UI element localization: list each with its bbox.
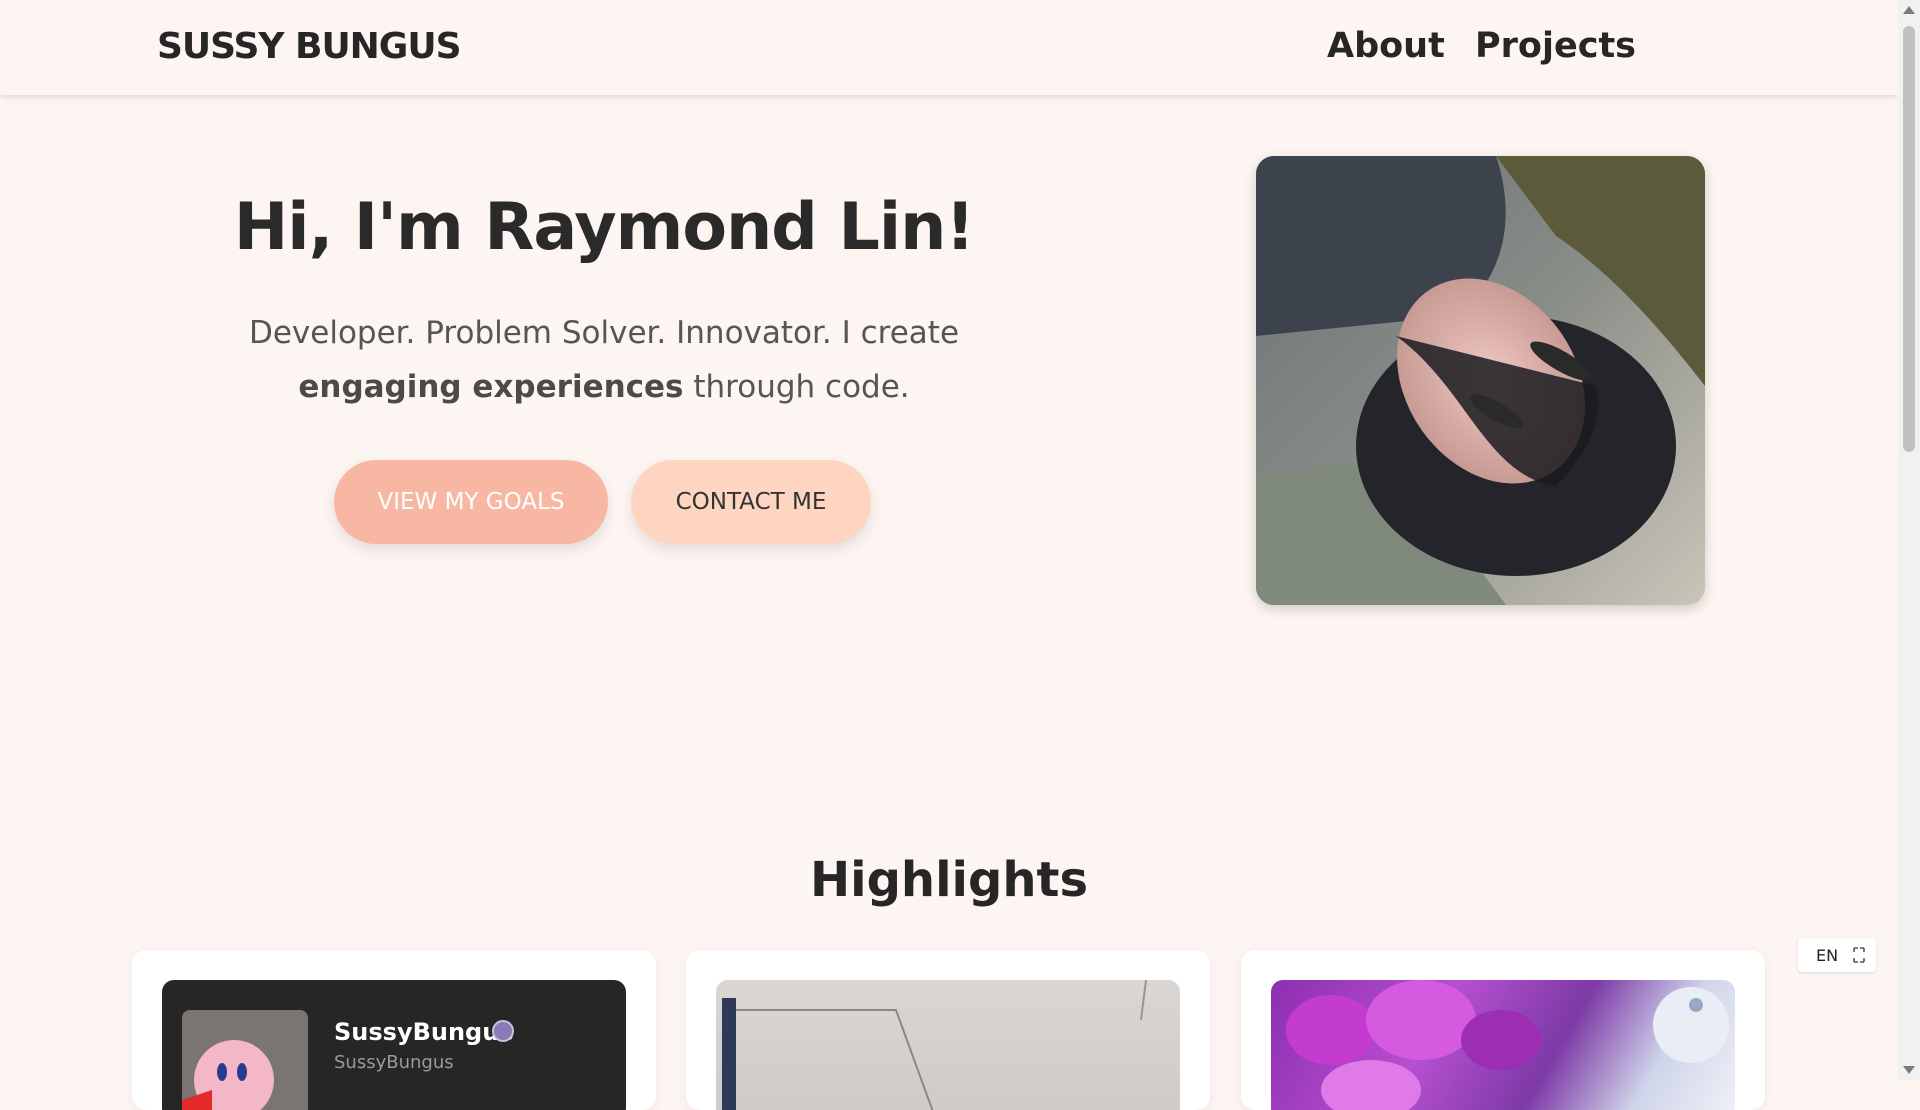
profile-card-media: SussyBungus SussyBungus — [162, 980, 626, 1110]
scroll-thumb[interactable] — [1903, 26, 1915, 452]
hero-title: Hi, I'm Raymond Lin! — [233, 190, 975, 265]
flowers-photo-image — [1286, 980, 1729, 1110]
highlight-card-room[interactable] — [686, 950, 1210, 1110]
hero-subtitle-text: Developer. Problem Solver. Innovator. I … — [248, 315, 960, 351]
profile-handle: SussyBungus — [334, 1052, 454, 1073]
flowers-photo — [1271, 980, 1735, 1110]
profile-name: SussyBungus — [334, 1018, 514, 1046]
language-label: EN — [1816, 946, 1839, 965]
language-switcher[interactable]: EN — [1798, 938, 1876, 972]
page-scrollbar[interactable] — [1898, 0, 1920, 1080]
site-header: SUSSY BUNGUS About Projects — [0, 0, 1898, 95]
scroll-down-arrow-icon[interactable] — [1903, 1066, 1915, 1074]
verified-badge-icon — [492, 1020, 514, 1042]
profile-photo-image — [1256, 156, 1705, 605]
nav-about-link[interactable]: About — [1327, 26, 1445, 66]
highlights-heading: Highlights — [809, 852, 1089, 908]
hero-subtitle-text-end: through code. — [683, 369, 910, 405]
contact-me-button[interactable]: CONTACT ME — [631, 460, 871, 544]
avatar — [182, 1010, 308, 1110]
avatar-image — [182, 1010, 308, 1110]
room-photo — [716, 980, 1180, 1110]
highlight-card-flowers[interactable] — [1241, 950, 1765, 1110]
hero-subtitle-emphasis: engaging experiences — [298, 369, 684, 405]
scroll-up-arrow-icon[interactable] — [1903, 6, 1915, 14]
nav-projects-link[interactable]: Projects — [1475, 26, 1636, 66]
view-goals-button[interactable]: VIEW MY GOALS — [334, 460, 608, 544]
expand-icon[interactable] — [1850, 944, 1868, 966]
hero-subtitle: Developer. Problem Solver. Innovator. I … — [200, 306, 1008, 414]
room-photo-image — [722, 980, 1147, 1110]
site-brand[interactable]: SUSSY BUNGUS — [157, 26, 462, 67]
profile-photo — [1256, 156, 1705, 605]
highlight-card-profile[interactable]: SussyBungus SussyBungus — [132, 950, 656, 1110]
